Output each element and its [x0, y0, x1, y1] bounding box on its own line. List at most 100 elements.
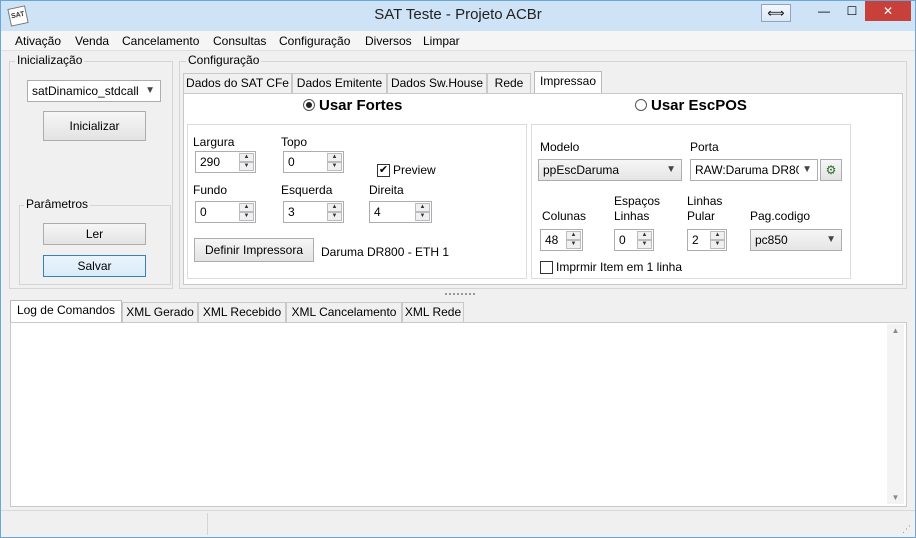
plug-icon: ⚙	[825, 163, 837, 177]
scroll-up-icon[interactable]: ▲	[887, 326, 904, 335]
scroll-down-icon[interactable]: ▼	[887, 493, 904, 502]
spin-down-icon[interactable]: ▼	[327, 162, 342, 171]
config-group-label: Configuração	[186, 53, 262, 67]
pagcodigo-value: pc850	[755, 233, 788, 247]
spin-up-icon[interactable]: ▲	[566, 231, 581, 240]
espacos-value: 0	[619, 233, 626, 247]
topo-spin[interactable]: 0 ▲ ▼	[283, 151, 344, 173]
menu-bar: Ativação Venda Cancelamento Consultas Co…	[1, 31, 915, 51]
chevron-down-icon: ▼	[802, 160, 812, 180]
tab-impressao[interactable]: Impressao	[534, 71, 602, 93]
tab-xml-gerado[interactable]: XML Gerado	[122, 302, 198, 322]
porta-select[interactable]: RAW:Daruma DR800 ▼	[690, 159, 818, 181]
minimize-button[interactable]: —	[811, 1, 837, 21]
fundo-label: Fundo	[193, 183, 228, 197]
tab-xml-cancelamento[interactable]: XML Cancelamento	[286, 302, 402, 322]
porta-label: Porta	[690, 140, 719, 154]
esquerda-spin[interactable]: 3 ▲ ▼	[283, 201, 344, 223]
direita-spin[interactable]: 4 ▲ ▼	[369, 201, 432, 223]
spin-up-icon[interactable]: ▲	[239, 203, 254, 212]
read-button[interactable]: Ler	[43, 223, 146, 245]
modelo-label: Modelo	[540, 140, 580, 154]
status-panel-2	[208, 513, 898, 535]
restore-arrows-button[interactable]: ⟺	[761, 4, 791, 22]
close-button[interactable]: ✕	[865, 1, 911, 21]
modelo-value: ppEscDaruma	[543, 163, 620, 177]
library-select-value: satDinamico_stdcall	[32, 84, 139, 98]
define-printer-button[interactable]: Definir Impressora	[194, 238, 314, 262]
spin-down-icon[interactable]: ▼	[239, 162, 254, 171]
spin-up-icon[interactable]: ▲	[415, 203, 430, 212]
resize-grip-icon[interactable]: ⋰	[902, 524, 911, 535]
direita-value: 4	[374, 205, 381, 219]
spin-down-icon[interactable]: ▼	[327, 212, 342, 221]
menu-ativacao[interactable]: Ativação	[15, 34, 61, 48]
espacos-label-1: Espaços	[614, 194, 661, 208]
spin-down-icon[interactable]: ▼	[637, 240, 652, 249]
spin-up-icon[interactable]: ▲	[327, 153, 342, 162]
library-select[interactable]: satDinamico_stdcall ▼	[27, 80, 161, 102]
maximize-button[interactable]: ☐	[839, 1, 865, 21]
item-one-line-checkbox[interactable]	[540, 261, 553, 274]
menu-configuracao[interactable]: Configuração	[279, 34, 350, 48]
save-button[interactable]: Salvar	[43, 255, 146, 277]
app-window: SAT SAT Teste - Projeto ACBr ⟺ — ☐ ✕ Ati…	[0, 0, 916, 538]
use-escpos-label: Usar EscPOS	[651, 97, 747, 114]
log-scrollbar[interactable]: ▲ ▼	[887, 324, 904, 504]
initialize-button[interactable]: Inicializar	[43, 111, 146, 141]
menu-limpar[interactable]: Limpar	[423, 34, 460, 48]
spin-up-icon[interactable]: ▲	[327, 203, 342, 212]
tab-log-comandos[interactable]: Log de Comandos	[10, 300, 122, 322]
pagcodigo-label: Pag.codigo	[750, 209, 811, 223]
use-escpos-radio[interactable]: Usar EscPOS	[635, 97, 747, 114]
chevron-down-icon: ▼	[145, 85, 155, 96]
params-group-label: Parâmetros	[24, 197, 91, 211]
porta-value: RAW:Daruma DR800	[695, 163, 799, 177]
colunas-value: 48	[545, 233, 559, 247]
log-textarea[interactable]	[13, 325, 885, 503]
use-fortes-radio[interactable]: Usar Fortes	[303, 97, 402, 114]
linhas-value: 2	[692, 233, 699, 247]
spin-down-icon[interactable]: ▼	[415, 212, 430, 221]
preview-checkbox[interactable]: ✔	[377, 164, 390, 177]
status-panel-1	[1, 513, 208, 535]
pagcodigo-select[interactable]: pc850 ▼	[750, 229, 842, 251]
tab-xml-rede[interactable]: XML Rede	[402, 302, 464, 322]
title-bar: SAT SAT Teste - Projeto ACBr ⟺ — ☐ ✕	[1, 1, 915, 31]
tab-xml-recebido[interactable]: XML Recebido	[198, 302, 286, 322]
splitter-handle[interactable]	[445, 293, 475, 297]
preview-label: Preview	[393, 163, 436, 177]
spin-down-icon[interactable]: ▼	[239, 212, 254, 221]
menu-diversos[interactable]: Diversos	[365, 34, 412, 48]
tab-dados-sw-house[interactable]: Dados Sw.House	[387, 73, 487, 93]
spin-up-icon[interactable]: ▲	[637, 231, 652, 240]
linhas-label-1: Linhas	[687, 194, 723, 208]
tab-rede[interactable]: Rede	[487, 73, 531, 93]
direita-label: Direita	[369, 183, 404, 197]
spin-up-icon[interactable]: ▲	[239, 153, 254, 162]
modelo-select[interactable]: ppEscDaruma ▼	[538, 159, 682, 181]
espacos-spin[interactable]: 0 ▲ ▼	[614, 229, 654, 251]
fundo-value: 0	[200, 205, 207, 219]
tab-dados-sat-cfe[interactable]: Dados do SAT CFe	[183, 73, 292, 93]
fundo-spin[interactable]: 0 ▲ ▼	[195, 201, 256, 223]
init-group-label: Inicialização	[15, 53, 85, 67]
item-one-line-label: Imprmir Item em 1 linha	[556, 260, 683, 274]
esquerda-label: Esquerda	[281, 183, 333, 197]
spin-down-icon[interactable]: ▼	[710, 240, 725, 249]
menu-cancelamento[interactable]: Cancelamento	[122, 34, 199, 48]
espacos-label-2: Linhas	[614, 209, 650, 223]
spin-down-icon[interactable]: ▼	[566, 240, 581, 249]
menu-venda[interactable]: Venda	[75, 34, 109, 48]
colunas-spin[interactable]: 48 ▲ ▼	[540, 229, 583, 251]
tab-dados-emitente[interactable]: Dados Emitente	[292, 73, 387, 93]
largura-value: 290	[200, 155, 221, 169]
topo-label: Topo	[281, 135, 308, 149]
spin-up-icon[interactable]: ▲	[710, 231, 725, 240]
menu-consultas[interactable]: Consultas	[213, 34, 266, 48]
largura-label: Largura	[193, 135, 235, 149]
linhas-spin[interactable]: 2 ▲ ▼	[687, 229, 727, 251]
radio-selected-icon	[303, 99, 315, 111]
largura-spin[interactable]: 290 ▲ ▼	[195, 151, 256, 173]
port-search-button[interactable]: ⚙	[820, 159, 842, 181]
